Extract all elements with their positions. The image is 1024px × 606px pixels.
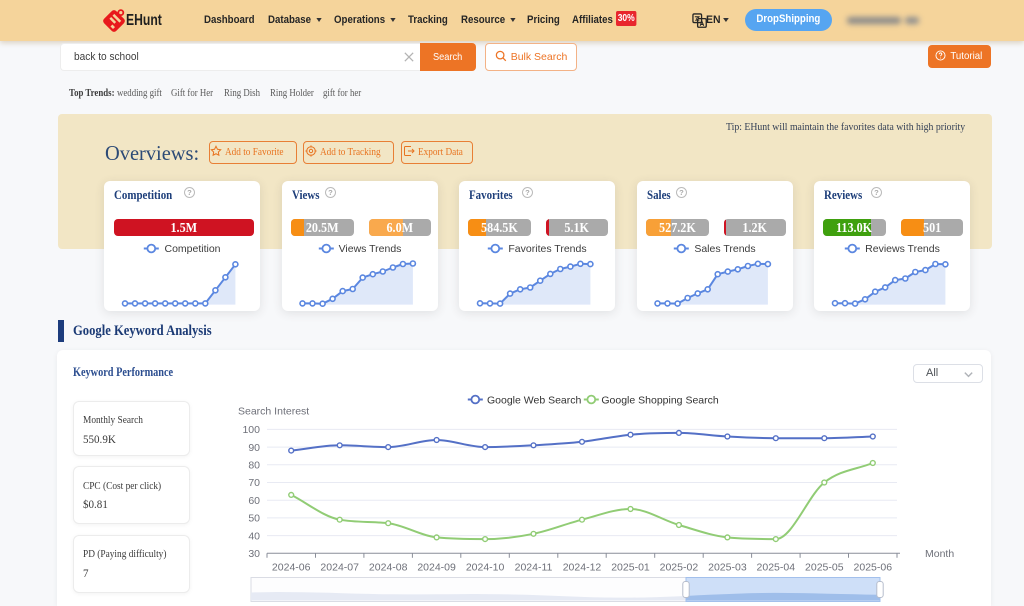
svg-text:?: ? [328, 188, 333, 197]
svg-text:?: ? [188, 188, 193, 197]
svg-text:?: ? [525, 188, 530, 197]
svg-text:?: ? [874, 188, 879, 197]
svg-text:?: ? [679, 188, 684, 197]
